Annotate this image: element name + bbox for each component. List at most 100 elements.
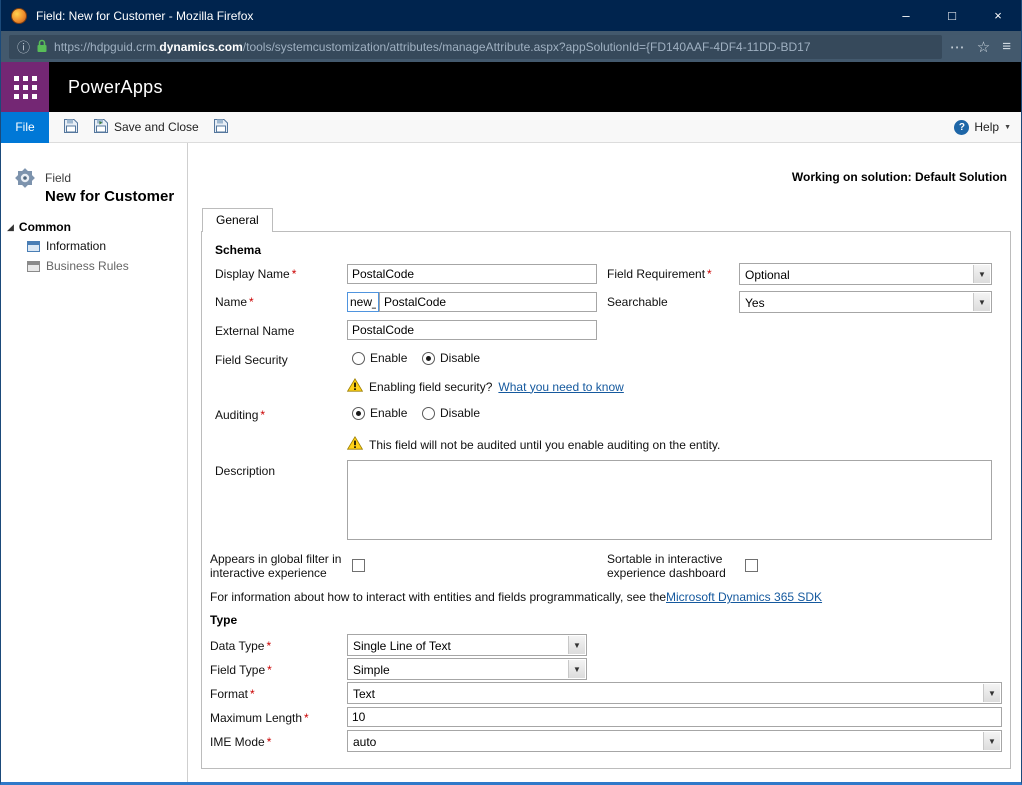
help-menu[interactable]: ? Help ▼: [954, 120, 1011, 135]
maximum-length-label: Maximum Length*: [210, 711, 309, 725]
maximize-button[interactable]: □: [929, 0, 975, 31]
sidebar-item-information[interactable]: Information: [27, 239, 106, 253]
required-marker: *: [267, 663, 272, 677]
app-header: PowerApps: [1, 62, 1021, 112]
warning-icon: [347, 378, 363, 395]
section-schema: Schema: [215, 243, 261, 257]
required-marker: *: [707, 267, 712, 281]
auditing-note: This field will not be audited until you…: [347, 436, 720, 453]
browser-window: Field: New for Customer - Mozilla Firefo…: [0, 0, 1022, 785]
auditing-enable-radio[interactable]: Enable: [352, 406, 407, 420]
external-name-input[interactable]: [347, 320, 597, 340]
dropdown-arrow-icon: ▼: [973, 265, 990, 283]
name-input[interactable]: [379, 292, 597, 312]
save-button[interactable]: [63, 118, 79, 137]
field-security-disable-radio[interactable]: Disable: [422, 351, 480, 365]
sortable-label: Sortable in interactive experience dashb…: [607, 552, 729, 580]
radio-icon: [352, 407, 365, 420]
save-and-close-button[interactable]: Save and Close: [93, 118, 199, 137]
display-name-label: Display Name*: [215, 267, 296, 281]
waffle-menu-icon[interactable]: [1, 62, 49, 112]
field-entity-icon: [13, 166, 37, 195]
description-label: Description: [215, 464, 275, 478]
minimize-button[interactable]: –: [883, 0, 929, 31]
save-and-close-label: Save and Close: [114, 120, 199, 134]
section-type: Type: [210, 613, 237, 627]
save-and-close-icon: [93, 118, 109, 137]
ime-mode-label: IME Mode*: [210, 735, 271, 749]
auditing-disable-radio[interactable]: Disable: [422, 406, 480, 420]
app-brand: PowerApps: [68, 77, 163, 98]
dynamics-sdk-link[interactable]: Microsoft Dynamics 365 SDK: [666, 590, 822, 604]
data-type-select[interactable]: Single Line of Text ▼: [347, 634, 587, 656]
display-name-input[interactable]: [347, 264, 597, 284]
field-requirement-select[interactable]: Optional ▼: [739, 263, 992, 285]
name-label: Name*: [215, 295, 254, 309]
ime-mode-select[interactable]: auto ▼: [347, 730, 1002, 752]
main-content: Field New for Customer ◢ Common Informat…: [1, 143, 1021, 782]
field-type-label: Field Type*: [210, 663, 272, 677]
field-security-label: Field Security: [215, 353, 288, 367]
bookmark-star-icon[interactable]: ☆: [977, 38, 990, 56]
page-title: New for Customer: [45, 188, 174, 205]
dropdown-arrow-icon: ▼: [568, 660, 585, 678]
tree-expander-icon[interactable]: ◢: [7, 222, 14, 233]
required-marker: *: [304, 711, 309, 725]
url-bar: ⓘ https://hdpguid.crm.dynamics.com/tools…: [1, 31, 1021, 62]
window-title: Field: New for Customer - Mozilla Firefo…: [36, 9, 883, 23]
required-marker: *: [292, 267, 297, 281]
url-text[interactable]: https://hdpguid.crm.dynamics.com/tools/s…: [54, 40, 811, 54]
command-toolbar: File Save and Close: [1, 112, 1021, 143]
business-rules-icon: [27, 261, 40, 272]
sidebar-item-business-rules[interactable]: Business Rules: [27, 259, 129, 273]
dropdown-arrow-icon: ▼: [983, 684, 1000, 702]
required-marker: *: [266, 639, 271, 653]
required-marker: *: [267, 735, 272, 749]
dropdown-arrow-icon: ▼: [973, 293, 990, 311]
sidebar-item-label: Information: [46, 239, 106, 253]
address-field[interactable]: ⓘ https://hdpguid.crm.dynamics.com/tools…: [9, 35, 942, 59]
menu-hamburger-icon[interactable]: ≡: [1002, 38, 1011, 55]
warning-icon: [347, 436, 363, 453]
chevron-down-icon: ▼: [1004, 124, 1011, 131]
tab-general[interactable]: General: [202, 208, 273, 232]
external-name-label: External Name: [215, 324, 294, 338]
description-textarea[interactable]: [347, 460, 992, 540]
sidebar-divider: [187, 143, 188, 782]
help-label: Help: [974, 120, 999, 134]
searchable-select[interactable]: Yes ▼: [739, 291, 992, 313]
data-type-label: Data Type*: [210, 639, 271, 653]
url-path: /tools/systemcustomization/attributes/ma…: [243, 40, 811, 54]
field-type-select[interactable]: Simple ▼: [347, 658, 587, 680]
searchable-label: Searchable: [607, 295, 668, 309]
format-select[interactable]: Text ▼: [347, 682, 1002, 704]
global-filter-checkbox[interactable]: [352, 559, 365, 572]
tree-root-label: Common: [19, 220, 71, 234]
page-actions-icon[interactable]: ⋯: [950, 38, 965, 56]
radio-icon: [422, 407, 435, 420]
save-and-new-button[interactable]: [213, 118, 229, 137]
tree-node-common[interactable]: ◢ Common: [7, 220, 71, 234]
required-marker: *: [250, 687, 255, 701]
sdk-note: For information about how to interact wi…: [210, 590, 822, 604]
radio-icon: [422, 352, 435, 365]
form-panel: Schema Display Name* Field Requirement* …: [201, 231, 1011, 769]
what-you-need-to-know-link[interactable]: What you need to know: [498, 380, 623, 394]
file-tab[interactable]: File: [1, 112, 49, 143]
name-prefix-input[interactable]: [347, 292, 379, 312]
dropdown-arrow-icon: ▼: [568, 636, 585, 654]
working-on-solution-label: Working on solution: Default Solution: [792, 170, 1007, 184]
field-security-enable-radio[interactable]: Enable: [352, 351, 407, 365]
close-button[interactable]: ×: [975, 0, 1021, 31]
sortable-checkbox[interactable]: [745, 559, 758, 572]
sidebar-item-label: Business Rules: [46, 259, 129, 273]
format-label: Format*: [210, 687, 255, 701]
field-requirement-label: Field Requirement*: [607, 267, 712, 281]
maximum-length-input[interactable]: [347, 707, 1002, 727]
lock-icon[interactable]: [36, 39, 48, 54]
auditing-label: Auditing*: [215, 408, 265, 422]
required-marker: *: [260, 408, 265, 422]
url-prefix: https://hdpguid.crm.: [54, 40, 159, 54]
information-icon: [27, 241, 40, 252]
page-info-icon[interactable]: ⓘ: [17, 37, 30, 56]
